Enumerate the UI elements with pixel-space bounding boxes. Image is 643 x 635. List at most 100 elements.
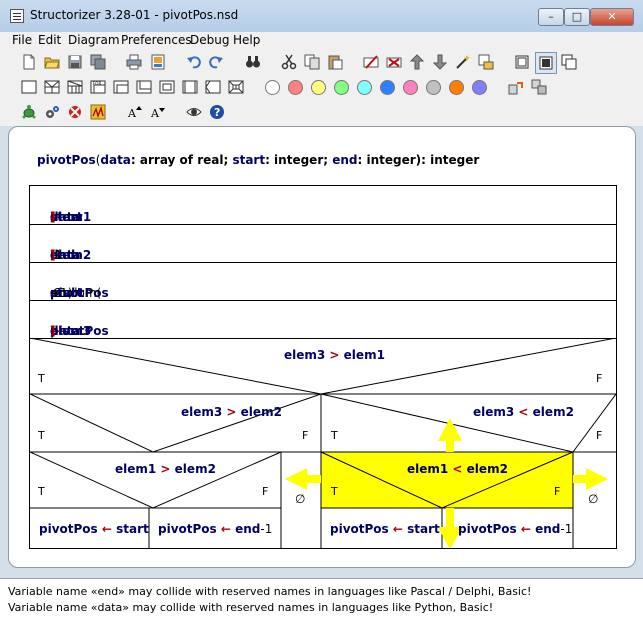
new-file-icon[interactable] — [21, 54, 37, 70]
instruction-pivotpos-random[interactable]: pivotPos ← random(end - start -2 + start +1) — [30, 262, 616, 301]
color-gray-button[interactable] — [426, 80, 441, 95]
executor-gears-icon[interactable] — [44, 104, 60, 120]
if-cond-elem1-gt-elem2[interactable]: elem1 > elem2 — [115, 462, 216, 476]
transmute-wand-icon[interactable] — [455, 54, 471, 70]
instruction-elem2[interactable]: elem2 ← data[end -1] — [30, 224, 616, 263]
diagram-header[interactable]: pivotPos(data: array of real; start: int… — [29, 127, 617, 185]
outsource-icon[interactable] — [508, 79, 524, 95]
font-down-icon[interactable]: A — [150, 104, 166, 120]
instruction-pivotpos-end-1[interactable]: pivotPos ← end-1 — [158, 522, 272, 536]
move-down-icon[interactable] — [432, 54, 448, 70]
add-case-icon[interactable] — [67, 79, 83, 95]
if1-false-label: F — [596, 372, 603, 385]
if2-true-label: T — [38, 429, 45, 442]
undo-icon[interactable] — [186, 54, 202, 70]
if-cond-elem3-lt-elem2[interactable]: elem3 < elem2 — [473, 405, 574, 419]
find-binoculars-icon[interactable] — [245, 54, 261, 70]
view-nice-icon[interactable] — [514, 54, 530, 70]
add-instruction-icon[interactable] — [21, 79, 37, 95]
diagram-canvas[interactable]: pivotPos(data: array of real; start: int… — [8, 126, 636, 568]
param-end-type: : integer): integer — [357, 153, 480, 167]
param-data: data — [100, 153, 131, 167]
add-repeat-loop-icon[interactable] — [136, 79, 152, 95]
empty-branch-right[interactable]: ∅ — [588, 492, 598, 506]
color-cyan-button[interactable] — [357, 80, 372, 95]
cond-op: > — [222, 405, 241, 419]
font-up-icon[interactable]: A — [127, 104, 143, 120]
index-pivotpos: pivotPos — [50, 324, 109, 338]
color-violet-button[interactable] — [472, 80, 487, 95]
color-red-button[interactable] — [288, 80, 303, 95]
add-parallel-icon[interactable] — [228, 79, 244, 95]
var-pivotpos: pivotPos — [39, 522, 98, 536]
if-cond-elem3-gt-elem1[interactable]: elem3 > elem1 — [284, 348, 385, 362]
help-icon[interactable]: ? — [209, 104, 225, 120]
cond-op: > — [325, 348, 344, 362]
menu-diagram[interactable]: Diagram — [68, 33, 120, 47]
export-picture-icon[interactable] — [150, 54, 166, 70]
add-while-loop-icon[interactable] — [113, 79, 129, 95]
collapse-icon[interactable] — [478, 54, 494, 70]
color-blue-button[interactable] — [380, 80, 395, 95]
add-call-icon[interactable] — [182, 79, 198, 95]
cond-var-b: elem2 — [466, 462, 508, 476]
if-cond-elem3-gt-elem2[interactable]: elem3 > elem2 — [181, 405, 282, 419]
function-signature: pivotPos(data: array of real; start: int… — [37, 153, 480, 167]
move-up-icon[interactable] — [409, 54, 425, 70]
analyser-warning-end[interactable]: Variable name «end» may collide with res… — [8, 585, 531, 598]
instruction-pivotpos-start-1[interactable]: pivotPos ← start — [39, 522, 149, 536]
delete-element-icon[interactable] — [386, 54, 402, 70]
copy-icon[interactable] — [304, 54, 320, 70]
instruction-elem1[interactable]: elem1 ← data[start] — [30, 186, 616, 225]
var-pivotpos: pivotPos — [330, 522, 389, 536]
paste-icon[interactable] — [327, 54, 343, 70]
add-forever-loop-icon[interactable] — [159, 79, 175, 95]
open-folder-icon[interactable] — [44, 54, 60, 70]
menu-debug[interactable]: Debug — [190, 33, 229, 47]
if3-true-label: T — [331, 429, 338, 442]
empty-branch-left[interactable]: ∅ — [295, 492, 305, 506]
edit-element-icon[interactable] — [363, 54, 379, 70]
instruction-pivotpos-start-2[interactable]: pivotPos ← start — [330, 522, 440, 536]
cond-op: > — [156, 462, 175, 476]
color-orange-button[interactable] — [449, 80, 464, 95]
instruction-pivotpos-end-2[interactable]: pivotPos ← end-1 — [458, 522, 572, 536]
turtle-icon[interactable] — [21, 104, 37, 120]
color-white-button[interactable] — [265, 80, 280, 95]
close-button[interactable]: ✕ — [590, 8, 634, 26]
maximize-button[interactable]: □ — [564, 8, 590, 26]
minimize-button[interactable]: – — [538, 8, 564, 26]
color-pink-button[interactable] — [403, 80, 418, 95]
print-icon[interactable] — [126, 54, 142, 70]
color-yellow-button[interactable] — [311, 80, 326, 95]
view-highlight-icon[interactable] — [538, 55, 554, 71]
redo-icon[interactable] — [208, 54, 224, 70]
analyser-warning-data[interactable]: Variable name «data» may collide with re… — [8, 601, 493, 614]
assign-arrow: ← — [516, 522, 536, 536]
cond-var-b: elem2 — [174, 462, 216, 476]
menu-file[interactable]: File — [12, 33, 32, 47]
assign-arrow: ← — [97, 522, 117, 536]
color-green-button[interactable] — [334, 80, 349, 95]
if-cond-elem1-lt-elem2[interactable]: elem1 < elem2 — [407, 462, 508, 476]
inline-icon[interactable] — [531, 79, 547, 95]
view-plain-icon[interactable] — [561, 54, 577, 70]
cut-icon[interactable] — [281, 54, 297, 70]
save-all-icon[interactable] — [90, 54, 106, 70]
menu-preferences[interactable]: Preferences — [121, 33, 192, 47]
analyser-icon[interactable] — [90, 104, 106, 120]
diagram-body: elem1 ← data[start] elem2 ← data[end -1] … — [29, 185, 617, 549]
app-icon — [10, 9, 24, 23]
eye-icon[interactable] — [186, 104, 202, 120]
save-icon[interactable] — [67, 54, 83, 70]
menu-edit[interactable]: Edit — [38, 33, 61, 47]
add-if-icon[interactable] — [44, 79, 60, 95]
instruction-elem3[interactable]: elem3 ← data[pivotPos] — [30, 300, 616, 339]
code-generator-icon[interactable] — [67, 104, 83, 120]
nassi-shneiderman-diagram: pivotPos(data: array of real; start: int… — [29, 127, 617, 549]
menu-help[interactable]: Help — [233, 33, 260, 47]
add-for-loop-icon[interactable]: FOR — [90, 79, 106, 95]
cond-var-a: elem3 — [181, 405, 223, 419]
if3-false-label: F — [596, 429, 603, 442]
add-jump-icon[interactable] — [205, 79, 221, 95]
